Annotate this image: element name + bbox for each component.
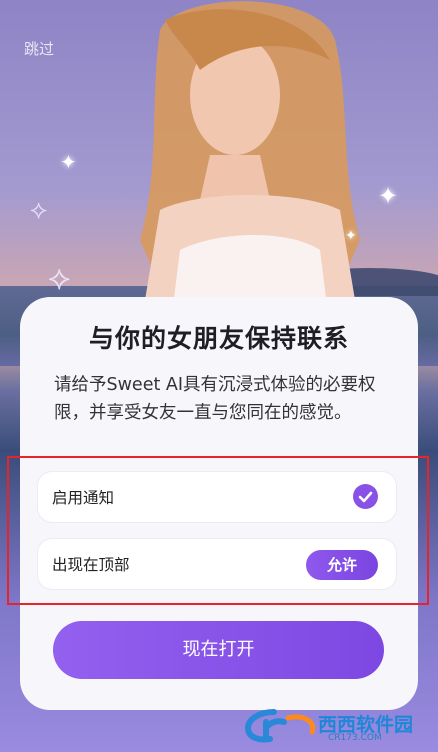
watermark-url: CR173.COM: [328, 733, 382, 743]
skip-button[interactable]: 跳过: [24, 38, 54, 59]
card-title: 与你的女朋友保持联系: [88, 324, 349, 353]
watermark-logo-icon: [244, 709, 316, 743]
butterfly-icon: ⟡: [48, 258, 71, 298]
sparkle-icon: ✦: [378, 182, 399, 210]
highlight-box: [7, 456, 429, 605]
sparkle-icon: ✦: [345, 228, 357, 244]
open-now-button[interactable]: 现在打开: [53, 621, 384, 679]
sparkle-icon: ✦: [60, 150, 77, 174]
girl-illustration: [140, 1, 360, 330]
butterfly-icon: ⟡: [30, 195, 48, 225]
card-description: 请给予Sweet AI具有沉浸式体验的必要权限，并享受女友一直与您同在的感觉。: [54, 375, 376, 423]
watermark: 西西软件园 CR173.COM: [244, 708, 430, 744]
